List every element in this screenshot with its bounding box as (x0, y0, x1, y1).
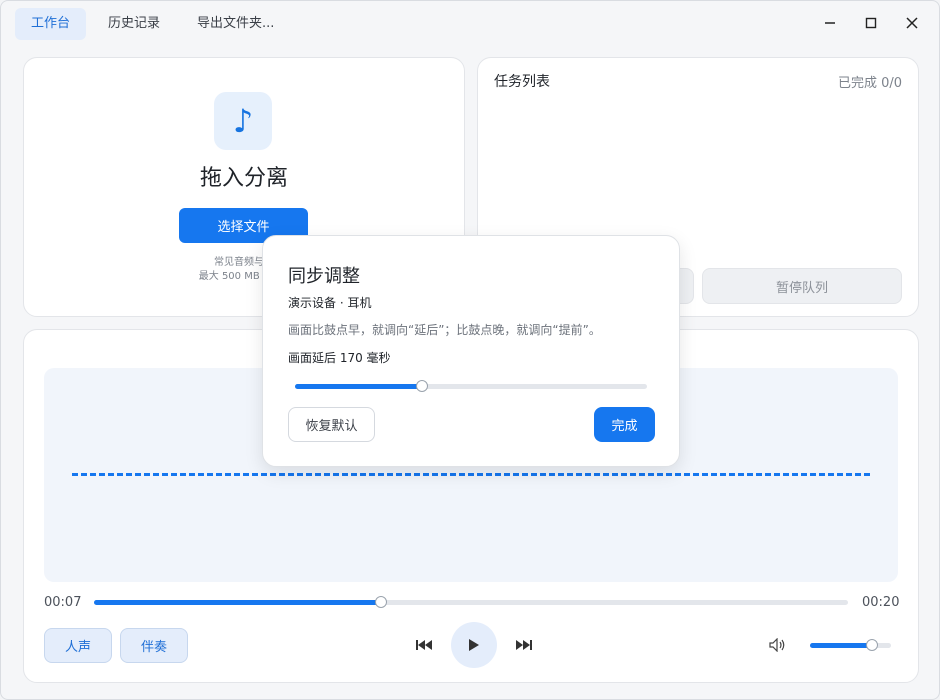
tab-export-folder[interactable]: 导出文件夹... (181, 8, 290, 40)
minimize-button[interactable] (815, 9, 845, 37)
play-icon (469, 639, 479, 651)
task-completed-count: 已完成 0/0 (837, 76, 902, 91)
playback-progress[interactable] (94, 596, 848, 608)
previous-button[interactable] (413, 635, 435, 655)
title-bar: 工作台 历史记录 导出文件夹... (1, 1, 939, 47)
maximize-icon (865, 17, 877, 29)
music-note-icon: ♪ (214, 92, 272, 150)
done-button[interactable]: 完成 (594, 407, 655, 442)
sync-adjust-dialog: 同步调整 演示设备 · 耳机 画面比鼓点早，就调向“延后”；比鼓点晚，就调向“提… (262, 235, 680, 467)
skip-next-icon (516, 640, 532, 650)
progress-thumb[interactable] (374, 596, 387, 608)
delay-value-label: 画面延后 170 毫秒 (288, 351, 391, 365)
waveform-line (72, 473, 870, 476)
delay-slider[interactable] (295, 380, 647, 392)
accompaniment-button[interactable]: 伴奏 (120, 628, 188, 663)
import-title: 拖入分离 (199, 166, 288, 191)
delay-slider-fill (295, 384, 422, 389)
tab-history[interactable]: 历史记录 (92, 8, 176, 40)
volume-icon (769, 638, 785, 652)
close-button[interactable] (897, 9, 927, 37)
maximize-button[interactable] (856, 9, 886, 37)
vocals-button[interactable]: 人声 (44, 628, 112, 663)
reset-default-button[interactable]: 恢复默认 (288, 407, 375, 442)
skip-previous-icon (416, 640, 432, 650)
total-time: 00:20 (862, 595, 900, 610)
progress-fill (94, 600, 381, 605)
next-button[interactable] (513, 635, 535, 655)
app-window: 工作台 历史记录 导出文件夹... ♪ 拖入分离 选择文件 常见音频与视 最大 … (0, 0, 940, 700)
pause-queue-button[interactable]: 暂停队列 (702, 268, 902, 304)
task-list-title: 任务列表 (494, 74, 550, 90)
volume-fill (810, 643, 872, 648)
volume-slider[interactable] (810, 639, 891, 651)
close-icon (906, 17, 918, 29)
volume-thumb[interactable] (865, 639, 878, 651)
dialog-title: 同步调整 (288, 266, 360, 287)
volume-button[interactable] (766, 635, 790, 655)
tab-workbench[interactable]: 工作台 (15, 8, 87, 40)
dialog-description: 画面比鼓点早，就调向“延后”；比鼓点晚，就调向“提前”。 (288, 323, 601, 337)
play-button[interactable] (451, 622, 497, 668)
current-time: 00:07 (44, 595, 82, 610)
delay-slider-thumb[interactable] (415, 380, 428, 392)
dialog-device: 演示设备 · 耳机 (288, 296, 372, 310)
minimize-icon (825, 22, 835, 24)
